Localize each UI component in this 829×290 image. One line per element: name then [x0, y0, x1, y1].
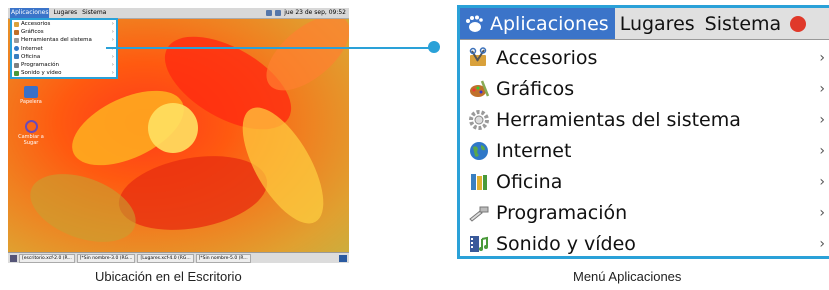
- system-tools-icon: [468, 109, 490, 131]
- menu-item-sonido-y-video[interactable]: Sonido y vídeo ›: [460, 228, 829, 256]
- menu-item-label: Gráficos: [496, 77, 575, 100]
- menu-item-label: Programación: [496, 201, 628, 224]
- menu-item-programacion[interactable]: Programación ›: [460, 197, 829, 228]
- menu-item-label: Accesorios: [496, 46, 598, 69]
- chevron-right-icon: ›: [819, 235, 825, 252]
- caption-applications-menu: Menú Aplicaciones: [573, 269, 682, 284]
- mini-menu-item-internet[interactable]: Internet›: [12, 45, 116, 53]
- network-icon[interactable]: [266, 10, 273, 16]
- desktop-icon-label: Papelera: [20, 99, 42, 105]
- mini-menu-item-accesorios[interactable]: Accesorios ›: [12, 20, 116, 28]
- applications-dropdown: Accesorios › Gráficos › Herramientas del…: [460, 40, 829, 256]
- desktop-icon-sugar[interactable]: Cambiar a Sugar: [14, 120, 48, 146]
- desktop-menu-aplicaciones[interactable]: Aplicaciones: [10, 8, 50, 18]
- gnome-foot-icon: [466, 15, 483, 32]
- callout-connector-dot: [428, 41, 440, 53]
- desktop-clock[interactable]: jue 23 de sep, 09:52: [284, 8, 346, 18]
- programming-icon: [468, 202, 490, 224]
- flower-center: [148, 103, 198, 153]
- callout-connector-line: [106, 47, 434, 49]
- office-icon: [468, 171, 490, 193]
- volume-icon[interactable]: [275, 10, 282, 16]
- desktop-icon-label: Cambiar a Sugar: [18, 134, 44, 146]
- desktop-taskbar: [escritorio.xcf-2.0 (R... [*Sin nombre-3…: [8, 252, 349, 263]
- chevron-right-icon: ›: [111, 37, 114, 44]
- menu-item-label: Oficina: [496, 170, 563, 193]
- chevron-right-icon: ›: [111, 53, 114, 60]
- sugar-icon: [24, 120, 38, 133]
- desktop-icon-papelera[interactable]: Papelera: [14, 86, 48, 105]
- mini-menu-item-programacion[interactable]: Programación ›: [12, 61, 116, 69]
- mini-menu-item-sonido-video[interactable]: Sonido y vídeo ›: [12, 69, 116, 77]
- system-status-icon[interactable]: [790, 15, 807, 32]
- show-desktop-icon[interactable]: [10, 254, 17, 262]
- taskbar-window-button[interactable]: [*Sin nombre-3.0 (RG...: [76, 253, 136, 263]
- chevron-right-icon: ›: [819, 173, 825, 190]
- menu-item-label: Internet: [496, 139, 572, 162]
- menu-item-graficos[interactable]: Gráficos ›: [460, 73, 829, 104]
- mini-menu-item-oficina[interactable]: Oficina ›: [12, 53, 116, 61]
- graphics-icon: [468, 78, 490, 100]
- caption-desktop-location: Ubicación en el Escritorio: [95, 269, 242, 284]
- mini-menu-item-graficos[interactable]: Gráficos ›: [12, 28, 116, 36]
- mini-menu-item-herramientas[interactable]: Herramientas del sistema ›: [12, 36, 116, 44]
- chevron-right-icon: ›: [819, 204, 825, 221]
- menu-aplicaciones-label: Aplicaciones: [490, 12, 609, 35]
- accessories-icon: [468, 46, 490, 69]
- menu-item-internet[interactable]: Internet ›: [460, 135, 829, 166]
- internet-globe-icon: [14, 46, 19, 52]
- office-icon: [14, 54, 19, 60]
- accessories-icon: [14, 21, 19, 27]
- menu-item-herramientas-del-sistema[interactable]: Herramientas del sistema ›: [460, 104, 829, 135]
- chevron-right-icon: ›: [819, 111, 825, 128]
- desktop-menu-sistema[interactable]: Sistema: [81, 8, 107, 18]
- menu-sistema[interactable]: Sistema: [700, 13, 787, 35]
- chevron-right-icon: ›: [111, 61, 114, 68]
- desktop-menu-lugares[interactable]: Lugares: [52, 8, 78, 18]
- programming-icon: [14, 62, 19, 68]
- sound-video-icon: [14, 70, 19, 76]
- desktop-applications-menu: Accesorios › Gráficos › Herramientas del s…: [10, 18, 118, 80]
- chevron-right-icon: ›: [819, 80, 825, 97]
- chevron-right-icon: ›: [819, 49, 825, 66]
- chevron-right-icon: ›: [111, 29, 114, 36]
- taskbar-window-button[interactable]: [Lugares.xcf-4.0 (RG...: [137, 253, 194, 263]
- graphics-icon: [14, 29, 19, 35]
- menu-item-accesorios[interactable]: Accesorios ›: [460, 42, 829, 73]
- menu-lugares[interactable]: Lugares: [615, 13, 700, 35]
- menu-item-label: Herramientas del sistema: [496, 108, 741, 131]
- internet-globe-icon: [468, 140, 490, 162]
- system-tools-icon: [14, 37, 19, 43]
- menu-aplicaciones[interactable]: Aplicaciones: [460, 8, 615, 39]
- taskbar-window-button[interactable]: [escritorio.xcf-2.0 (R...: [19, 253, 75, 263]
- menu-item-label: Sonido y vídeo: [496, 232, 636, 255]
- chevron-right-icon: ›: [111, 70, 114, 77]
- applications-menu-zoom: Aplicaciones Lugares Sistema Accesorios …: [457, 5, 829, 259]
- workspace-switcher[interactable]: [339, 254, 347, 262]
- taskbar-window-button[interactable]: [*Sin nombre-5.0 (R...: [195, 253, 251, 263]
- top-panel-menubar: Aplicaciones Lugares Sistema: [460, 8, 829, 40]
- menu-item-oficina[interactable]: Oficina ›: [460, 166, 829, 197]
- chevron-right-icon: ›: [819, 142, 825, 159]
- trash-icon: [24, 86, 38, 98]
- sound-video-icon: [468, 233, 490, 255]
- chevron-right-icon: ›: [111, 21, 114, 27]
- flower-petal: [21, 160, 145, 256]
